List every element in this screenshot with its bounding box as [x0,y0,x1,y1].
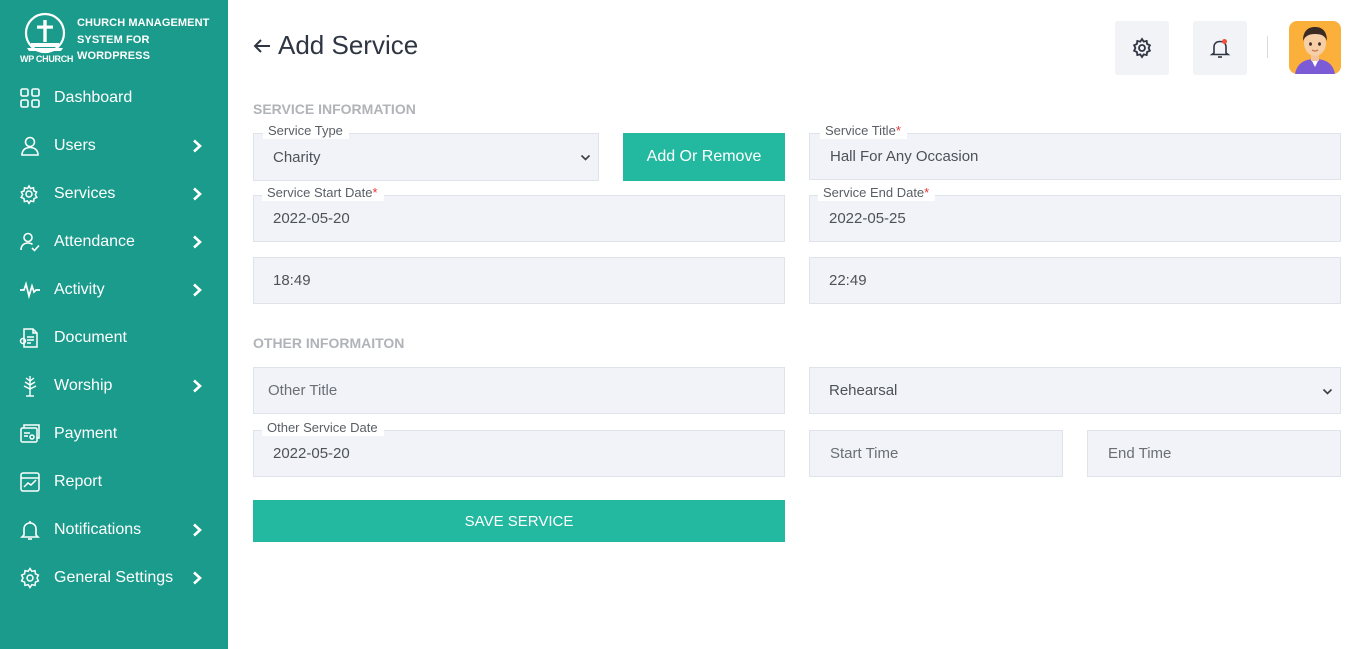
bell-icon [1209,39,1231,58]
sidebar-item-label: Payment [54,425,118,442]
sidebar-item-document[interactable]: Document [0,314,228,362]
dashboard-icon [19,87,41,109]
end-date-label-text: Service End Date [823,185,925,200]
service-end-date-label: Service End Date* [818,185,936,201]
attendance-icon [19,231,41,253]
required-mark: * [895,123,901,138]
sidebar-item-worship[interactable]: Worship [0,362,228,410]
service-end-time-field[interactable]: 22:49 [809,257,1341,304]
page-title: Add Service [252,30,418,61]
sidebar-item-label: Report [54,473,103,490]
required-mark: * [924,185,930,200]
sidebar-item-label: Notifications [54,521,142,538]
notifications-button[interactable] [1193,21,1247,75]
sidebar-item-label: General Settings [54,569,174,586]
service-start-time-field[interactable]: 18:49 [253,257,785,304]
document-icon [19,327,41,349]
brand[interactable]: WP CHURCH CHURCH MANAGEMENT SYSTEM FOR W… [18,12,218,68]
sidebar-nav: Dashboard Users Services Attendance Acti… [0,74,228,602]
user-icon [19,135,41,157]
end-time-placeholder: End Time [1108,445,1172,462]
sidebar-item-dashboard[interactable]: Dashboard [0,74,228,122]
sidebar-item-general-settings[interactable]: General Settings [0,554,228,602]
other-end-time-input[interactable]: End Time [1087,430,1341,477]
sidebar-item-attendance[interactable]: Attendance [0,218,228,266]
worship-icon [19,375,41,397]
sidebar-item-label: Dashboard [54,89,133,106]
service-start-date-field[interactable]: Service Start Date* 2022-05-20 [253,185,785,242]
sidebar-item-payment[interactable]: Payment [0,410,228,458]
other-service-date-field[interactable]: Other Service Date 2022-05-20 [253,420,785,477]
bell-icon [19,519,41,541]
brand-title: CHURCH MANAGEMENT SYSTEM FOR WORDPRESS [77,17,210,62]
sidebar-item-label: Worship [54,377,113,394]
sidebar-item-notifications[interactable]: Notifications [0,506,228,554]
service-type-value: Charity [273,148,321,166]
other-title-input[interactable]: Other Title [253,367,785,414]
chevron-down-icon [580,154,591,161]
start-time-placeholder: Start Time [830,445,899,462]
other-type-select[interactable]: Rehearsal [809,367,1341,414]
user-avatar[interactable] [1289,21,1341,74]
services-icon [19,183,41,205]
church-logo-icon: WP CHURCH [18,12,74,68]
avatar-icon [1295,27,1335,74]
sidebar-item-activity[interactable]: Activity [0,266,228,314]
settings-button[interactable] [1115,21,1169,75]
chevron-right-icon [193,139,202,153]
chevron-right-icon [193,187,202,201]
header-divider [1267,36,1268,58]
sidebar: WP CHURCH CHURCH MANAGEMENT SYSTEM FOR W… [0,0,228,649]
service-info-heading: SERVICE INFORMATION [253,101,416,117]
other-service-date-label: Other Service Date [262,420,384,436]
sidebar-item-label: Activity [54,281,105,298]
other-title-placeholder: Other Title [268,382,338,399]
save-service-button[interactable]: SAVE SERVICE [253,500,785,542]
chevron-down-icon [1322,388,1333,395]
service-type-label: Service Type [263,123,349,139]
gear-icon [19,567,41,589]
app-root: WP CHURCH CHURCH MANAGEMENT SYSTEM FOR W… [0,0,1365,649]
sidebar-item-label: Document [54,329,127,346]
service-title-value: Hall For Any Occasion [830,148,979,165]
sidebar-item-label: Users [54,137,96,154]
report-icon [19,471,41,493]
logo-text: WP CHURCH [20,54,74,64]
chevron-right-icon [193,571,202,585]
service-type-label-text: Service Type [268,123,343,138]
back-arrow-icon[interactable] [252,36,272,56]
required-mark: * [372,185,378,200]
chevron-right-icon [193,235,202,249]
service-start-date-value: 2022-05-20 [273,210,350,227]
service-title-label-text: Service Title [825,123,896,138]
payment-icon [19,423,41,445]
gear-icon [1132,37,1152,59]
other-type-value: Rehearsal [829,382,898,399]
add-or-remove-button[interactable]: Add Or Remove [623,133,785,181]
sidebar-item-label: Services [54,185,116,202]
service-end-date-field[interactable]: Service End Date* 2022-05-25 [809,185,1341,242]
chevron-right-icon [193,379,202,393]
sidebar-item-report[interactable]: Report [0,458,228,506]
service-title-field[interactable]: Service Title* Hall For Any Occasion [809,123,1341,180]
service-type-select[interactable]: Service Type Charity [253,123,599,181]
sidebar-item-services[interactable]: Services [0,170,228,218]
service-title-label: Service Title* [820,123,907,139]
service-end-date-value: 2022-05-25 [829,210,906,227]
other-start-time-input[interactable]: Start Time [809,430,1063,477]
page-title-text: Add Service [278,30,419,60]
start-date-label-text: Service Start Date [267,185,373,200]
activity-icon [19,279,41,301]
other-date-label-text: Other Service Date [267,420,378,435]
sidebar-item-users[interactable]: Users [0,122,228,170]
chevron-right-icon [193,523,202,537]
sidebar-item-label: Attendance [54,233,135,250]
other-service-date-value: 2022-05-20 [273,445,350,462]
chevron-right-icon [193,283,202,297]
service-start-time-value: 18:49 [273,272,311,289]
service-start-date-label: Service Start Date* [262,185,384,201]
other-info-heading: OTHER INFORMAITON [253,335,405,351]
service-end-time-value: 22:49 [829,272,867,289]
